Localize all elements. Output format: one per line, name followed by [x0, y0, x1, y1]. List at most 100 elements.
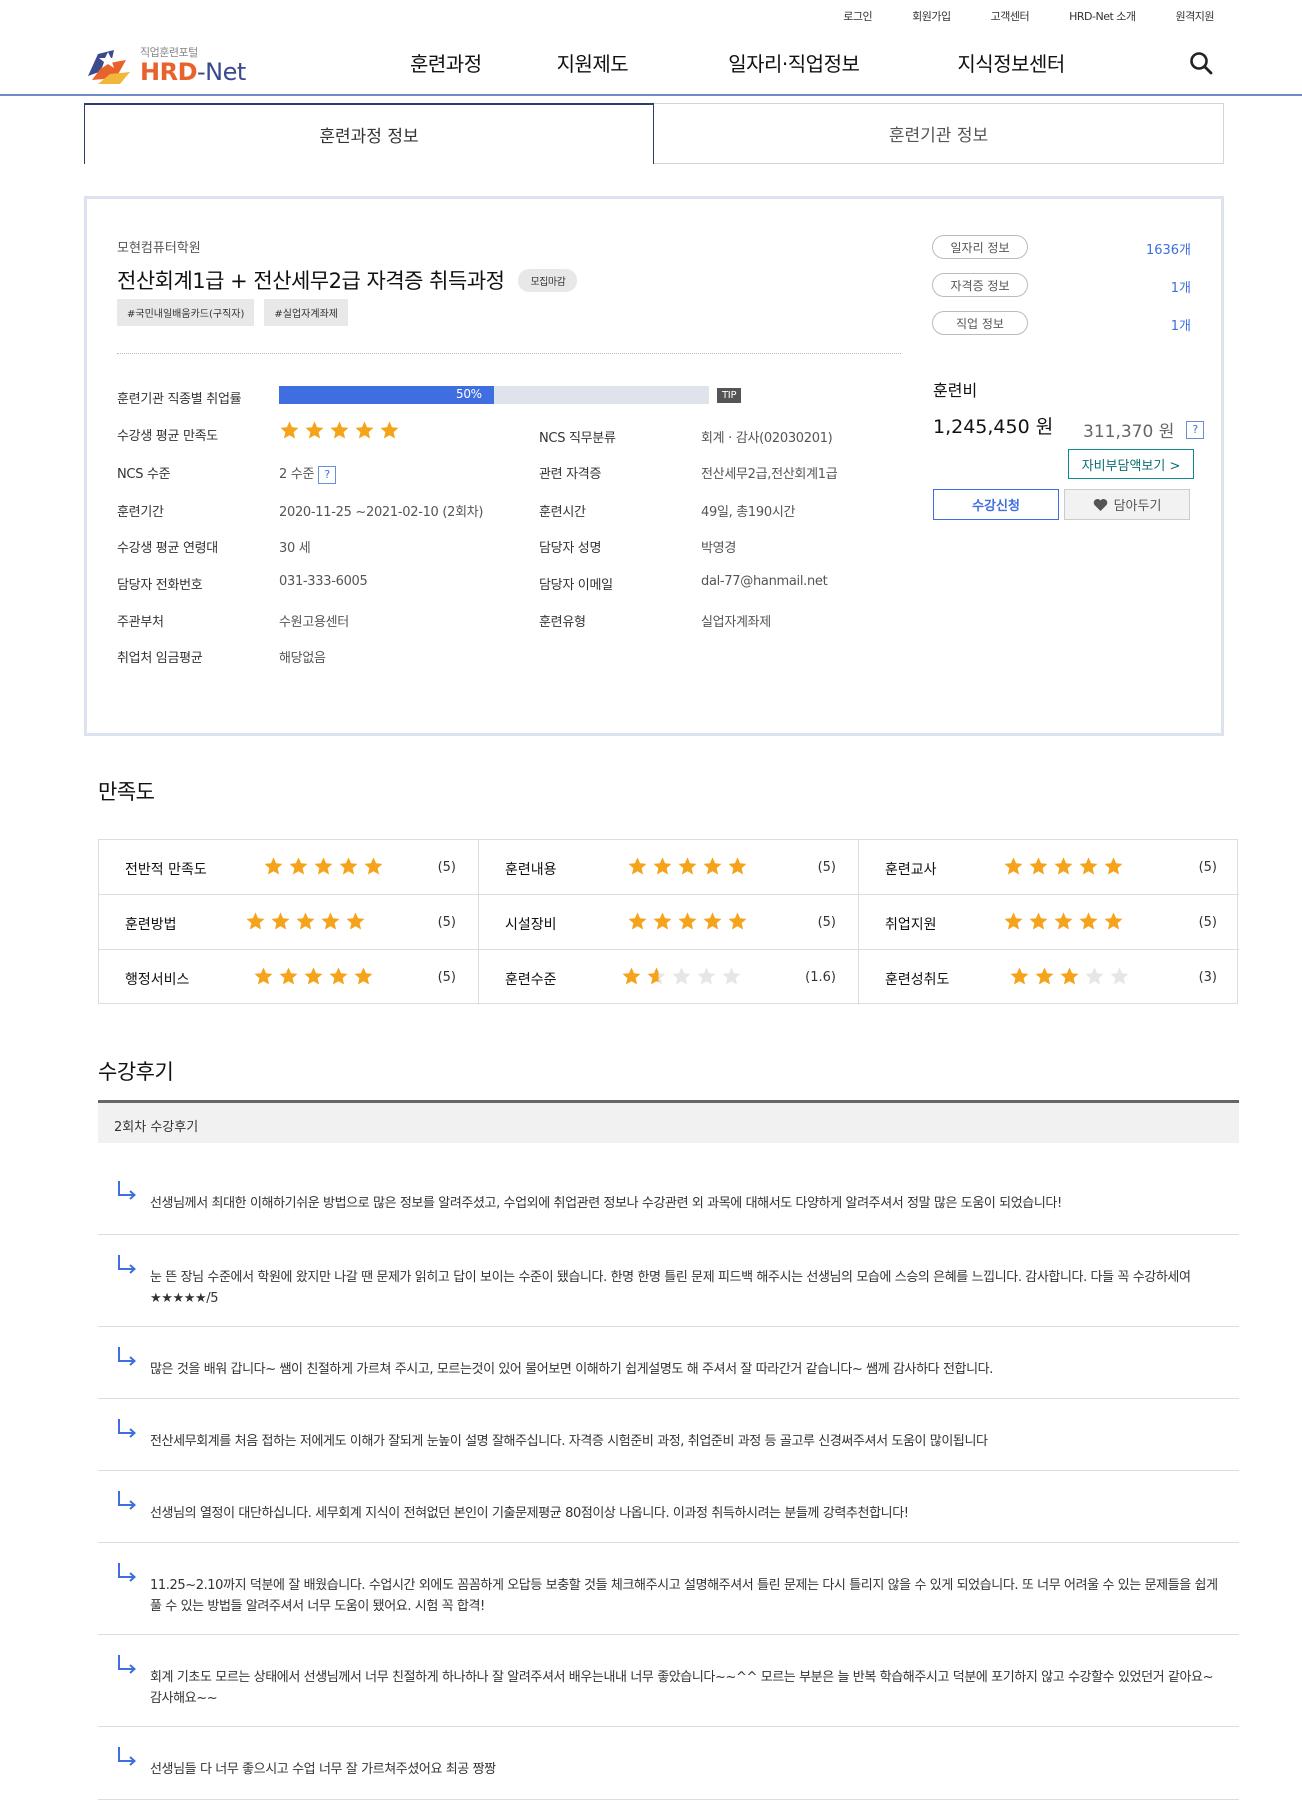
review-text: 11.25~2.10까지 덕분에 잘 배웠습니다. 수업시간 외에도 꼼꼼하게 …: [150, 1578, 1218, 1614]
employment-rate-bar: 50%: [279, 386, 709, 404]
satisfaction-item-name: 훈련방법: [125, 917, 177, 933]
employment-rate-text: 50%: [456, 387, 482, 401]
star-icon: [622, 967, 641, 985]
fee-self-wrap: 311,370 원?: [1083, 417, 1205, 442]
satisfaction-item-stars: [1009, 966, 1130, 991]
age-label: 수강생 평균 연령대: [117, 541, 218, 556]
main-nav: 훈련과정 지원제도 일자리·직업정보 지식정보센터: [410, 48, 1065, 77]
star-icon: [653, 912, 672, 930]
ncs-help-button[interactable]: ?: [318, 466, 337, 484]
review-round-header: 2회차 수강후기: [98, 1100, 1239, 1143]
satisfaction-item-score: (3): [1198, 970, 1217, 985]
review-item: 회계 기초도 모르는 상태에서 선생님께서 너무 친절하게 하나하나 잘 알려주…: [98, 1635, 1239, 1727]
star-icon: [329, 967, 348, 985]
star-icon: [321, 912, 340, 930]
occupation-info-count[interactable]: 1개: [1171, 315, 1191, 334]
satisfaction-item-score: (5): [437, 860, 456, 875]
remote-support-link[interactable]: 원격지원: [1176, 8, 1215, 24]
phone-label: 담당자 전화번호: [117, 578, 203, 593]
search-icon: [1190, 52, 1213, 75]
reply-arrow-icon: [118, 1347, 137, 1366]
fee-label: 훈련비: [933, 381, 978, 400]
logo-wordmark-a: HRD: [140, 58, 198, 86]
star-icon: [1029, 857, 1048, 875]
ncs-class-value: 회계 · 감사(02030201): [701, 431, 833, 446]
reply-arrow-icon: [118, 1491, 137, 1510]
type-label: 훈련유형: [539, 615, 586, 630]
signup-link[interactable]: 회원가입: [912, 8, 951, 24]
star-icon: [1110, 967, 1129, 985]
star-icon: [314, 857, 333, 875]
satisfaction-stars: [279, 420, 400, 445]
star-icon: [1060, 967, 1079, 985]
star-icon: [1104, 857, 1123, 875]
star-icon: [296, 912, 315, 930]
star-icon: [678, 857, 697, 875]
tag-card[interactable]: #국민내일배움카드(구직자): [117, 299, 255, 326]
site-logo[interactable]: 직업훈련포털 HRD-Net: [84, 42, 254, 86]
review-item: 선생님의 열정이 대단하십니다. 세무회계 지식이 전혀없던 본인이 기출문제평…: [98, 1471, 1239, 1543]
employment-rate-label: 훈련기관 직종별 취업률: [117, 392, 242, 407]
heart-icon: [1093, 498, 1107, 511]
cert-info-count[interactable]: 1개: [1171, 277, 1191, 296]
divider: [117, 353, 901, 354]
satisfaction-item-stars: [245, 911, 366, 936]
nav-training-courses[interactable]: 훈련과정: [410, 48, 482, 77]
star-icon: [264, 857, 283, 875]
header: 직업훈련포털 HRD-Net 훈련과정 지원제도 일자리·직업정보 지식정보센터: [0, 30, 1302, 96]
review-text: 회계 기초도 모르는 상태에서 선생님께서 너무 친절하게 하나하나 잘 알려주…: [150, 1670, 1214, 1706]
cert-label: 관련 자격증: [539, 467, 602, 482]
star-icon: [1029, 912, 1048, 930]
satisfaction-cell: 훈련성취도 (3): [859, 950, 1239, 1005]
star-icon: [722, 967, 741, 985]
course-title: 전산회계1급 + 전산세무2급 자격증 취득과정 모집마감: [117, 265, 578, 295]
nav-knowledge-center[interactable]: 지식정보센터: [957, 48, 1065, 77]
wage-label: 취업처 임금평균: [117, 651, 203, 666]
manager-value: 박영경: [701, 541, 736, 556]
hours-label: 훈련시간: [539, 505, 586, 520]
satisfaction-cell: 전반적 만족도 (5): [99, 840, 479, 895]
satisfaction-item-stars: [253, 966, 374, 991]
tip-button[interactable]: TIP: [717, 388, 742, 403]
wishlist-button[interactable]: 담아두기: [1064, 489, 1190, 520]
ncs-level-value-wrap: 2 수준?: [279, 463, 337, 484]
job-info-count[interactable]: 1636개: [1146, 239, 1191, 258]
satisfaction-item-name: 훈련교사: [885, 862, 937, 878]
fee-self: 311,370 원: [1083, 422, 1175, 442]
self-pay-button[interactable]: 자비부담액보기 >: [1068, 449, 1194, 479]
tab-course-info[interactable]: 훈련과정 정보: [84, 103, 654, 164]
tag-account[interactable]: #실업자계좌제: [264, 299, 348, 326]
star-icon: [305, 421, 324, 439]
apply-button[interactable]: 수강신청: [933, 489, 1059, 520]
star-icon: [728, 912, 747, 930]
star-icon: [1004, 857, 1023, 875]
customer-center-link[interactable]: 고객센터: [991, 8, 1030, 24]
age-value: 30 세: [279, 541, 311, 556]
fee-help-button[interactable]: ?: [1186, 420, 1205, 439]
satisfaction-item-name: 전반적 만족도: [125, 862, 207, 878]
satisfaction-item-score: (5): [817, 860, 836, 875]
about-link[interactable]: HRD-Net 소개: [1069, 8, 1136, 24]
search-button[interactable]: [1188, 50, 1214, 76]
nav-support-programs[interactable]: 지원제도: [557, 48, 629, 77]
star-icon: [628, 912, 647, 930]
job-info-pill[interactable]: 일자리 정보: [932, 235, 1028, 259]
hours-value: 49일, 총190시간: [701, 505, 796, 520]
occupation-info-pill[interactable]: 직업 정보: [932, 311, 1028, 335]
nav-jobs-info[interactable]: 일자리·직업정보: [728, 48, 860, 77]
ncs-class-label: NCS 직무분류: [539, 431, 616, 446]
satisfaction-item-name: 훈련성취도: [885, 972, 950, 988]
star-icon: [355, 421, 374, 439]
satisfaction-item-stars: [627, 856, 748, 881]
email-value: dal-77@hanmail.net: [701, 574, 828, 589]
tab-institution-info[interactable]: 훈련기관 정보: [654, 103, 1224, 164]
cert-info-pill[interactable]: 자격증 정보: [932, 273, 1028, 297]
satisfaction-item-stars: [263, 856, 384, 881]
star-icon: [647, 967, 666, 985]
satisfaction-title: 만족도: [98, 780, 155, 804]
login-link[interactable]: 로그인: [843, 8, 872, 24]
email-label: 담당자 이메일: [539, 578, 613, 593]
star-icon: [1035, 967, 1054, 985]
review-item: 많은 것을 배워 갑니다~ 쌤이 친절하게 가르쳐 주시고, 모르는것이 있어 …: [98, 1327, 1239, 1399]
star-icon: [1085, 967, 1104, 985]
